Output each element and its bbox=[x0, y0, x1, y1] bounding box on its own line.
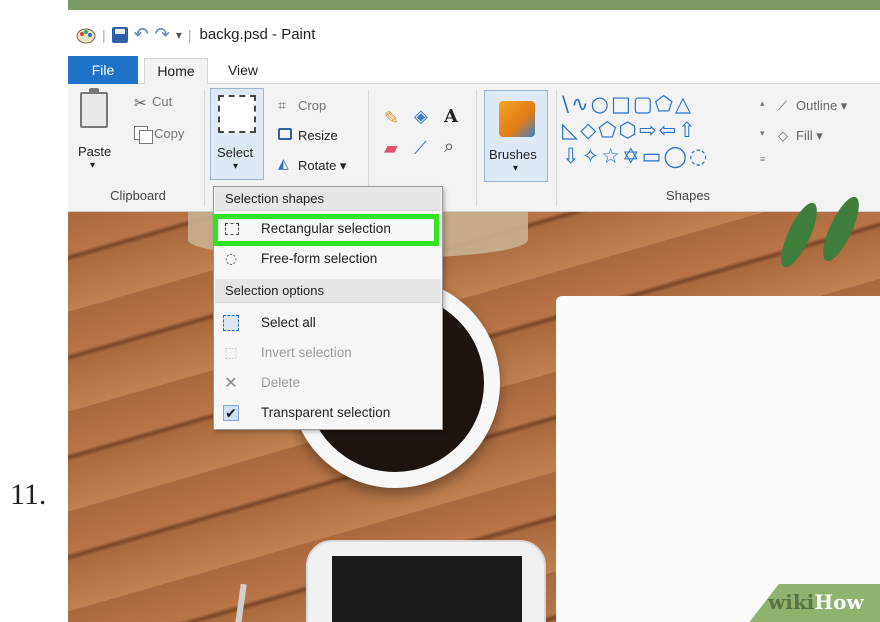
cut-button-label[interactable]: Cut bbox=[152, 94, 172, 109]
wikihow-watermark: wikiHow bbox=[768, 590, 864, 614]
menu-item-free-form-selection[interactable]: ◌ Free-form selection bbox=[215, 245, 441, 273]
undo-icon[interactable]: ↶ bbox=[134, 24, 149, 45]
checkmark-icon: ✔ bbox=[223, 405, 239, 422]
rotate-button-label[interactable]: Rotate ▾ bbox=[298, 158, 346, 174]
fill-icon[interactable]: ◇ bbox=[778, 128, 788, 144]
resize-button-label[interactable]: Resize bbox=[298, 128, 338, 143]
select-all-icon bbox=[223, 315, 239, 331]
copy-icon[interactable] bbox=[134, 126, 153, 144]
quick-access-toolbar: | ↶ ↷ ▾ | backg.psd - Paint bbox=[76, 24, 315, 45]
resize-icon[interactable] bbox=[278, 128, 292, 140]
clipboard-group-label: Clipboard bbox=[110, 188, 166, 203]
transparent-selection-label: Transparent selection bbox=[261, 405, 391, 420]
color-picker-icon[interactable]: ⟋ bbox=[414, 138, 427, 159]
brush-icon bbox=[499, 101, 535, 137]
paper-photo-element bbox=[556, 296, 880, 622]
pencil-icon[interactable]: ✎ bbox=[384, 108, 399, 129]
group-divider bbox=[556, 90, 557, 206]
free-form-selection-icon: ◌ bbox=[224, 251, 238, 267]
image-top-strip bbox=[68, 0, 880, 10]
free-form-selection-label: Free-form selection bbox=[261, 251, 378, 266]
redo-icon[interactable]: ↷ bbox=[155, 24, 170, 45]
green-highlight-box bbox=[213, 214, 439, 246]
selection-options-header: Selection options bbox=[215, 279, 441, 303]
fill-button-label[interactable]: Fill ▾ bbox=[796, 128, 823, 144]
magnifier-icon[interactable]: ⌕ bbox=[444, 136, 454, 157]
paste-icon[interactable] bbox=[80, 88, 108, 128]
paint-screenshot: | ↶ ↷ ▾ | backg.psd - Paint File Home Vi… bbox=[68, 0, 880, 622]
delete-icon: ✕ bbox=[224, 373, 238, 392]
outline-button-label[interactable]: Outline ▾ bbox=[796, 98, 847, 114]
menu-item-select-all[interactable]: Select all bbox=[215, 309, 441, 337]
menu-item-invert-selection[interactable]: ⬚ Invert selection bbox=[215, 339, 441, 367]
qat-separator: | bbox=[187, 26, 192, 43]
customize-qat-icon[interactable]: ▾ bbox=[176, 28, 182, 42]
crop-button-label[interactable]: Crop bbox=[298, 98, 326, 113]
step-number: 11. bbox=[10, 478, 47, 511]
select-button[interactable]: Select ▾ bbox=[210, 88, 264, 180]
shapes-gallery[interactable]: \∿○□▢⬠△ ◺◇⬠⬡⇨⇦⇧ ⇩✧☆✡▭◯◌ bbox=[562, 90, 772, 176]
phone-screen-photo-element bbox=[332, 556, 522, 622]
invert-selection-icon: ⬚ bbox=[224, 345, 238, 361]
cut-icon[interactable]: ✂ bbox=[134, 94, 147, 112]
copy-button-label[interactable]: Copy bbox=[154, 126, 184, 141]
brushes-dropdown-icon: ▾ bbox=[513, 163, 519, 174]
tab-view[interactable]: View bbox=[218, 58, 268, 84]
select-dropdown-icon: ▾ bbox=[233, 161, 239, 172]
shapes-scroll-up-icon[interactable]: ▴ bbox=[760, 98, 765, 109]
qat-separator: | bbox=[102, 26, 106, 43]
fill-bucket-icon[interactable]: ◈ bbox=[414, 106, 428, 127]
rotate-icon[interactable]: ◭ bbox=[278, 156, 289, 172]
group-divider bbox=[476, 90, 477, 206]
text-tool-icon[interactable]: A bbox=[444, 106, 458, 127]
tab-home[interactable]: Home bbox=[144, 58, 208, 85]
paste-dropdown-icon[interactable]: ▾ bbox=[90, 160, 95, 171]
selection-shapes-header: Selection shapes bbox=[215, 187, 441, 211]
shapes-row[interactable]: \∿○□▢⬠△ bbox=[562, 92, 693, 116]
shapes-more-icon[interactable]: ≡ bbox=[760, 154, 765, 164]
outline-icon[interactable]: ⟋ bbox=[778, 98, 787, 114]
brushes-button-label: Brushes bbox=[489, 147, 537, 162]
eraser-icon[interactable]: ▰ bbox=[384, 138, 398, 159]
menu-item-transparent-selection[interactable]: ✔ Transparent selection bbox=[215, 399, 441, 427]
brushes-button[interactable]: Brushes ▾ bbox=[484, 90, 548, 182]
window-title: backg.psd - Paint bbox=[199, 26, 316, 43]
select-all-label: Select all bbox=[261, 315, 316, 330]
shapes-group-label: Shapes bbox=[665, 188, 711, 203]
watermark-part2: How bbox=[814, 590, 864, 614]
shapes-row[interactable]: ◺◇⬠⬡⇨⇦⇧ bbox=[562, 118, 698, 142]
ribbon-tabs: File Home View bbox=[68, 54, 880, 85]
shapes-scroll-down-icon[interactable]: ▾ bbox=[760, 128, 765, 139]
menu-item-delete[interactable]: ✕ Delete bbox=[215, 369, 441, 397]
select-button-label: Select bbox=[217, 145, 254, 160]
group-divider bbox=[204, 90, 205, 206]
ribbon: Paste ▾ ✂ Cut Copy Clipboard Select ▾ ⌗ … bbox=[68, 84, 880, 212]
shapes-row[interactable]: ⇩✧☆✡▭◯◌ bbox=[562, 144, 709, 168]
paste-button-label[interactable]: Paste bbox=[78, 144, 111, 159]
crop-icon[interactable]: ⌗ bbox=[278, 98, 286, 114]
selection-rectangle-icon bbox=[218, 95, 256, 133]
watermark-part1: wiki bbox=[768, 590, 815, 614]
paint-app-icon[interactable] bbox=[76, 26, 96, 44]
delete-label: Delete bbox=[261, 375, 301, 390]
save-icon[interactable] bbox=[111, 26, 128, 43]
invert-selection-label: Invert selection bbox=[261, 345, 352, 360]
tab-file[interactable]: File bbox=[68, 56, 138, 84]
title-bar: | ↶ ↷ ▾ | backg.psd - Paint bbox=[68, 10, 880, 54]
